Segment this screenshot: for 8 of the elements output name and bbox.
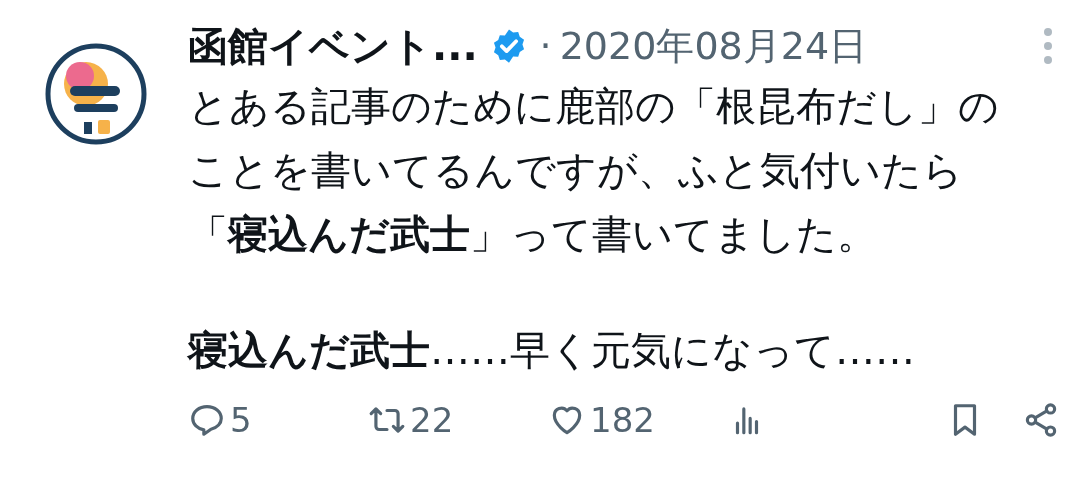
like-button[interactable]: 182 bbox=[548, 394, 728, 446]
reply-button[interactable]: 5 bbox=[188, 394, 368, 446]
repost-button[interactable]: 22 bbox=[368, 394, 548, 446]
author-name[interactable]: 函館イベント... bbox=[188, 16, 478, 76]
tweet-text: 寝込んだ武士……早く元気になって…… bbox=[188, 326, 916, 375]
tweet-date[interactable]: 2020年08月24日 bbox=[559, 17, 868, 75]
separator-dot: · bbox=[539, 22, 552, 70]
tweet-text: とある記事のために鹿部の「根昆布だし」のことを書いてるんですが、ふと気付いたら「寝込んだ武士」って書いてました。 bbox=[188, 82, 1000, 259]
